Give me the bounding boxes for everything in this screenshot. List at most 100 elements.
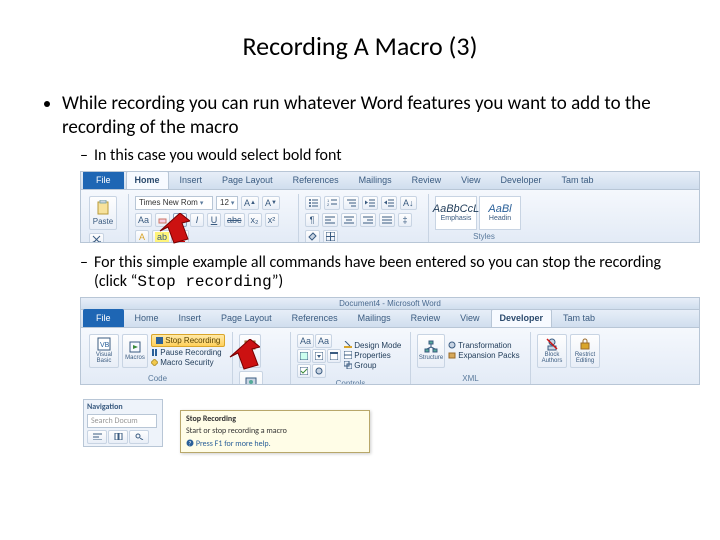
- control-richtext[interactable]: Aa: [297, 334, 314, 348]
- tab-insert[interactable]: Insert: [171, 171, 212, 189]
- calendar-icon: [330, 352, 338, 360]
- vb-label: Visual Basic: [90, 352, 118, 364]
- nav-tab-headings[interactable]: [87, 430, 107, 444]
- align-left-button[interactable]: [322, 213, 338, 227]
- style-name: Emphasis: [441, 215, 472, 222]
- chevron-down-icon: ▾: [231, 199, 235, 207]
- outdent-icon: [365, 198, 375, 207]
- style-sample: AaBbCcL: [433, 203, 479, 215]
- block-authors-icon: [545, 337, 559, 351]
- bullets-button[interactable]: [305, 196, 321, 210]
- macros-label: Macros: [125, 355, 145, 361]
- tab-references[interactable]: References: [284, 171, 348, 189]
- shrink-font-button[interactable]: A▼: [262, 196, 280, 210]
- transformation-button[interactable]: Transformation: [448, 341, 520, 350]
- font-size-select[interactable]: 12▾: [216, 196, 238, 210]
- picture-icon: [300, 352, 308, 360]
- sort-button[interactable]: A↓: [400, 196, 417, 210]
- decrease-indent-button[interactable]: [362, 196, 378, 210]
- cut-button[interactable]: [89, 233, 104, 243]
- properties-button[interactable]: Properties: [344, 351, 401, 360]
- tab-insert[interactable]: Insert: [170, 309, 211, 327]
- expansion-label: Expansion Packs: [458, 351, 519, 360]
- sub2-text-b: ”): [272, 272, 284, 291]
- justify-button[interactable]: [379, 213, 395, 227]
- tab-mailings[interactable]: Mailings: [350, 171, 401, 189]
- dropdown-icon: [315, 352, 323, 360]
- svg-text:VB: VB: [100, 342, 110, 349]
- tab-view[interactable]: View: [452, 171, 489, 189]
- block-authors-label: Block Authors: [538, 352, 566, 364]
- paste-label: Paste: [93, 217, 113, 226]
- control-legacy[interactable]: [312, 364, 326, 378]
- italic-button[interactable]: I: [190, 213, 204, 227]
- grow-font-button[interactable]: A▲: [241, 196, 259, 210]
- tab-page-layout[interactable]: Page Layout: [212, 309, 281, 327]
- restrict-editing-button[interactable]: Restrict Editing: [570, 334, 600, 368]
- strikethrough-button[interactable]: abc: [224, 213, 245, 227]
- structure-label: Structure: [419, 355, 443, 361]
- tab-file[interactable]: File: [83, 171, 124, 189]
- shading-button[interactable]: [305, 230, 320, 243]
- style-heading[interactable]: AaBl Headin: [479, 196, 521, 230]
- underline-button[interactable]: U: [207, 213, 221, 227]
- pause-icon: [151, 349, 158, 356]
- tab-developer[interactable]: Developer: [491, 309, 553, 327]
- tab-review[interactable]: Review: [402, 309, 450, 327]
- structure-button[interactable]: Structure: [417, 334, 445, 368]
- group-label-controls: Controls: [297, 378, 404, 385]
- nav-search-input[interactable]: Search Docum: [87, 414, 157, 428]
- tab-mailings[interactable]: Mailings: [349, 309, 400, 327]
- align-right-icon: [363, 215, 373, 224]
- control-checkbox[interactable]: [297, 364, 311, 378]
- group-button[interactable]: Group: [344, 361, 401, 370]
- tab-page-layout[interactable]: Page Layout: [213, 171, 282, 189]
- expansion-packs-button[interactable]: Expansion Packs: [448, 351, 520, 360]
- paste-button[interactable]: Paste: [89, 196, 117, 230]
- tools-icon: [315, 367, 323, 375]
- nav-tab-results[interactable]: [129, 430, 149, 444]
- tooltip-stop-recording: Stop Recording Start or stop recording a…: [180, 410, 370, 453]
- control-date[interactable]: [327, 349, 341, 363]
- shield-alert-icon: [151, 359, 158, 366]
- font-family-select[interactable]: Times New Rom▾: [135, 196, 213, 210]
- indent-icon: [384, 198, 394, 207]
- line-spacing-button[interactable]: ‡: [398, 213, 412, 227]
- control-plaintext[interactable]: Aa: [315, 334, 332, 348]
- lock-icon: [578, 337, 592, 351]
- package-icon: [448, 351, 456, 359]
- increase-indent-button[interactable]: [381, 196, 397, 210]
- control-picture[interactable]: [297, 349, 311, 363]
- tab-home[interactable]: Home: [126, 309, 168, 327]
- tab-developer[interactable]: Developer: [492, 171, 551, 189]
- show-marks-button[interactable]: ¶: [305, 213, 319, 227]
- borders-button[interactable]: [323, 230, 338, 243]
- numbering-button[interactable]: 12: [324, 196, 340, 210]
- align-right-button[interactable]: [360, 213, 376, 227]
- tab-references[interactable]: References: [283, 309, 347, 327]
- design-mode-button[interactable]: Design Mode: [344, 341, 401, 350]
- block-authors-button[interactable]: Block Authors: [537, 334, 567, 368]
- tab-file[interactable]: File: [83, 309, 124, 327]
- sub-bullet-2: For this simple example all commands hav…: [80, 253, 680, 291]
- tab-tam[interactable]: Tam tab: [553, 171, 603, 189]
- tab-home[interactable]: Home: [126, 171, 169, 189]
- group-protect: Block Authors Restrict Editing: [531, 332, 611, 384]
- macros-icon: [128, 340, 142, 354]
- control-combo[interactable]: [312, 349, 326, 363]
- pages-icon: [114, 433, 123, 440]
- properties-icon: [344, 351, 352, 359]
- multilevel-list-button[interactable]: [343, 196, 359, 210]
- transformation-label: Transformation: [458, 341, 512, 350]
- superscript-button[interactable]: x²: [265, 213, 279, 227]
- subscript-button[interactable]: x₂: [248, 213, 262, 227]
- nav-tab-pages[interactable]: [108, 430, 128, 444]
- macros-button[interactable]: Macros: [122, 334, 148, 368]
- tab-tam[interactable]: Tam tab: [554, 309, 604, 327]
- align-center-button[interactable]: [341, 213, 357, 227]
- com-addins-button[interactable]: COM Add-Ins: [239, 371, 263, 385]
- tab-view[interactable]: View: [451, 309, 488, 327]
- visual-basic-button[interactable]: VB Visual Basic: [89, 334, 119, 368]
- tab-review[interactable]: Review: [403, 171, 451, 189]
- style-emphasis[interactable]: AaBbCcL Emphasis: [435, 196, 477, 230]
